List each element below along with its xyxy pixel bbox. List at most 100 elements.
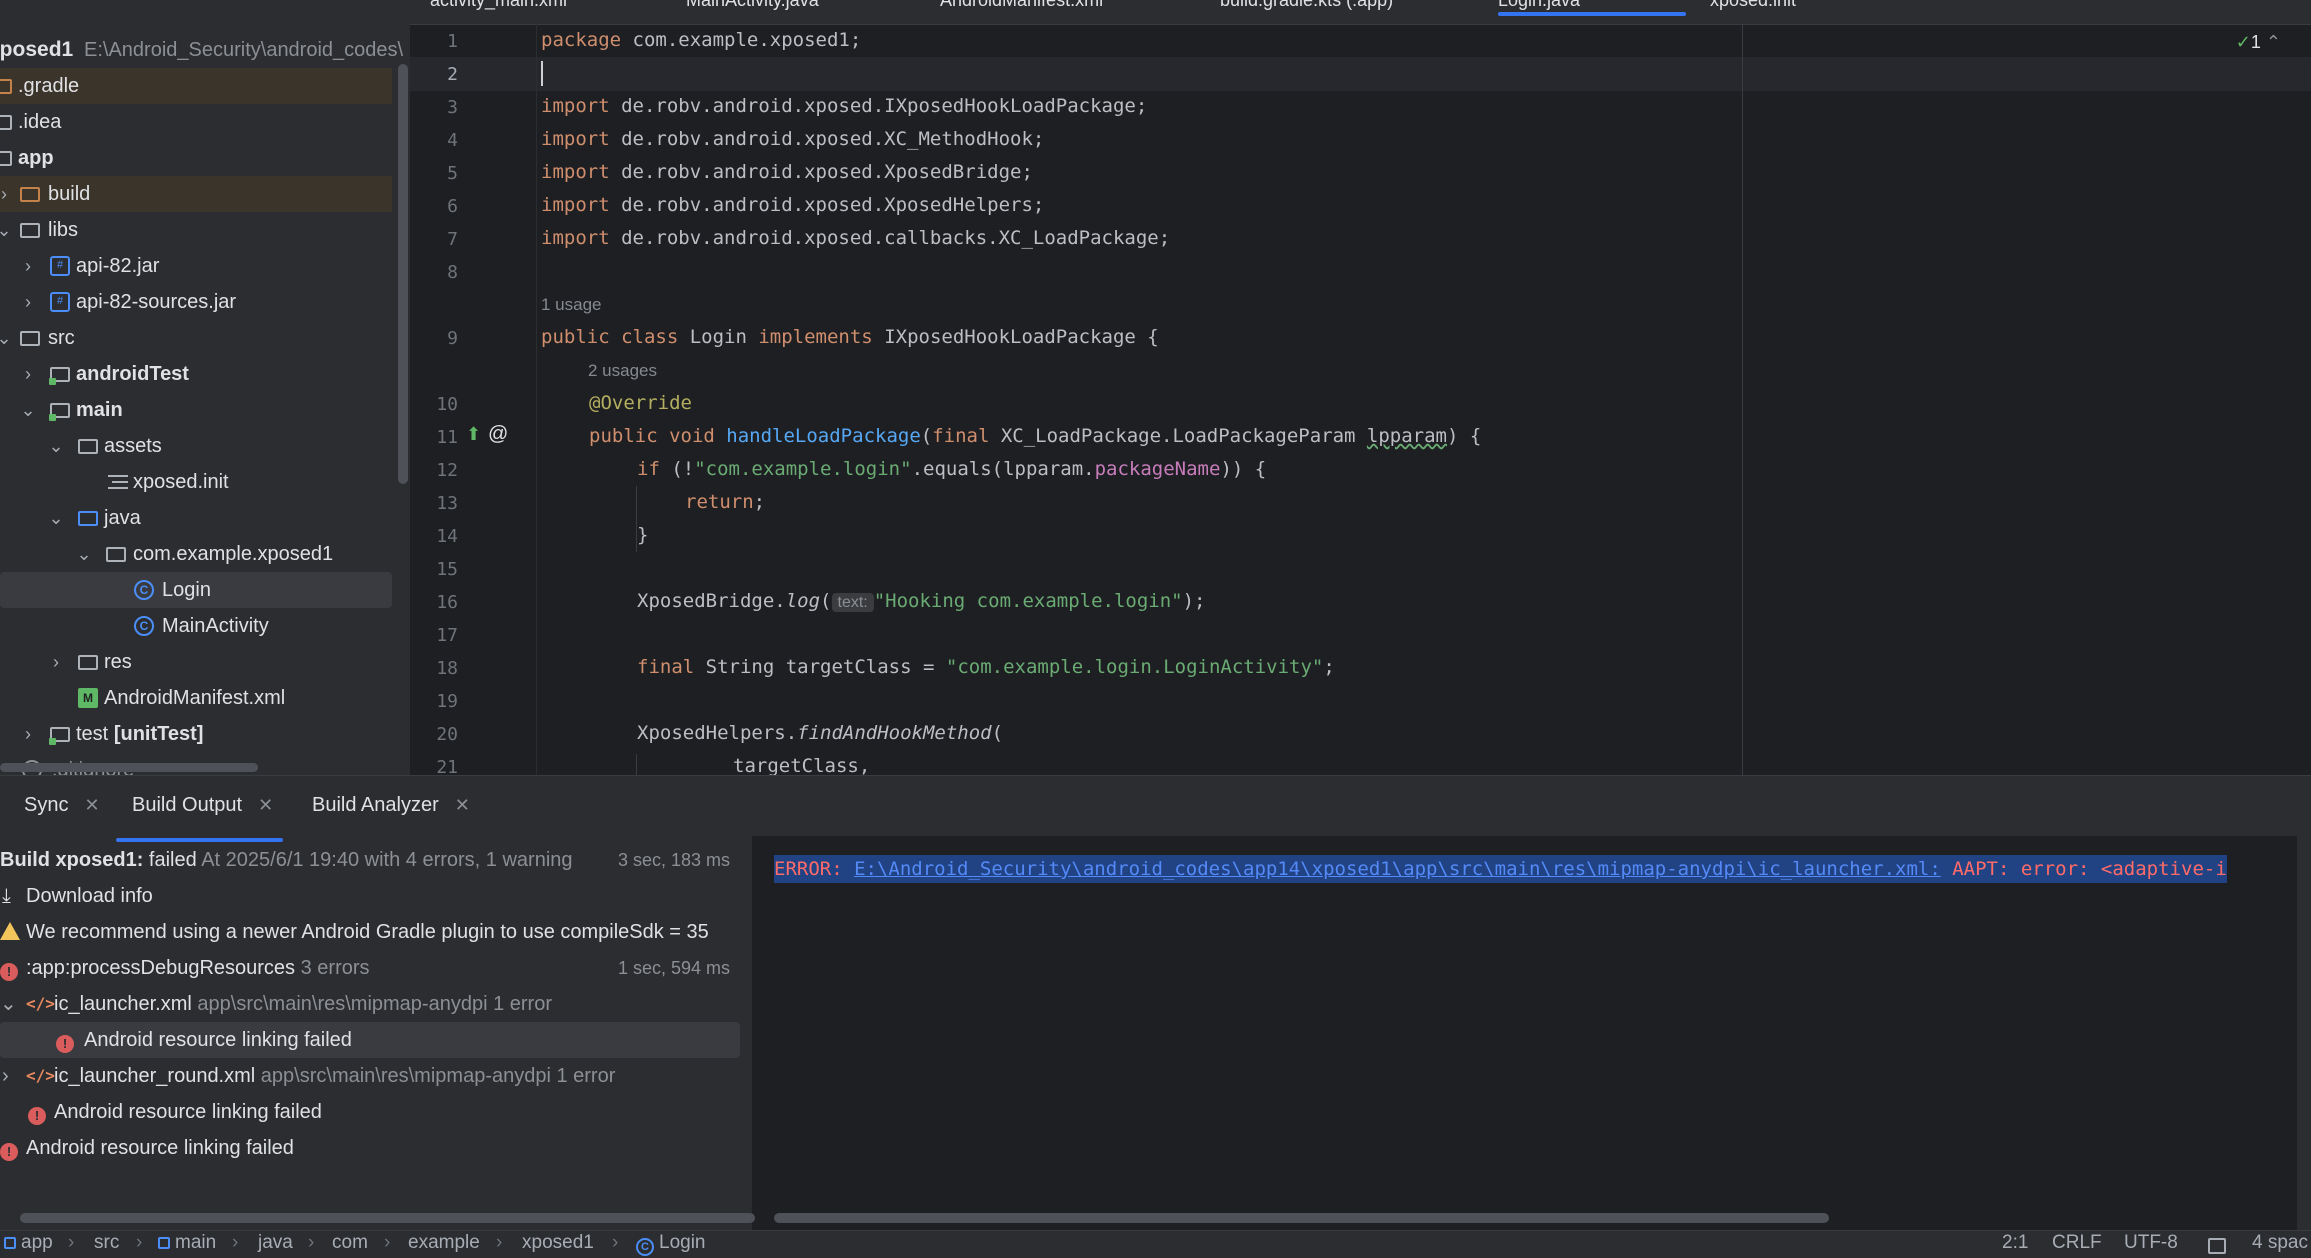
chevron-down-icon[interactable]: ⌄ xyxy=(20,392,36,428)
close-icon[interactable]: ✕ xyxy=(455,795,470,815)
breadcrumb-xposed1[interactable]: xposed1 xyxy=(522,1232,594,1254)
close-icon[interactable]: ✕ xyxy=(84,795,99,815)
tree-item-manifest[interactable]: M AndroidManifest.xml xyxy=(0,680,392,716)
tree-item-login[interactable]: C Login xyxy=(0,572,392,608)
tree-item-java[interactable]: ⌄ java xyxy=(0,500,392,536)
tab-mainactivity-java[interactable]: MainActivity.java xyxy=(686,0,819,20)
project-root[interactable]: xposed1 E:\Android_Security\android_code… xyxy=(0,32,403,68)
line-number: 10 xyxy=(436,394,458,415)
console-horizontal-scrollbar[interactable] xyxy=(774,1213,1829,1223)
readonly-toggle-icon[interactable] xyxy=(2208,1238,2226,1254)
task-row[interactable]: ! :app:processDebugResources 3 errors 1 … xyxy=(0,950,740,986)
code-editor[interactable]: activity_main.xml MainActivity.java Andr… xyxy=(410,0,2311,775)
tree-item-gradle[interactable]: .gradle xyxy=(0,68,392,104)
file-encoding[interactable]: UTF-8 xyxy=(2124,1232,2178,1254)
implements-method-icon[interactable]: ⬆ xyxy=(466,424,481,445)
folder-icon xyxy=(0,115,12,130)
error-row-selected[interactable]: ! Android resource linking failed xyxy=(0,1022,740,1058)
breadcrumb-main[interactable]: main xyxy=(158,1232,216,1254)
tab-build-gradle[interactable]: build.gradle.kts (:app) xyxy=(1220,0,1393,20)
tree-item-api-sources-jar[interactable]: › # api-82-sources.jar xyxy=(0,284,392,320)
usage-hint[interactable]: 2 usages xyxy=(588,361,657,381)
code-line-11: public void handleLoadPackage(final XC_L… xyxy=(589,425,1482,447)
project-root-name: xposed1 xyxy=(0,38,74,61)
tab-sync[interactable]: Sync ✕ xyxy=(24,794,100,817)
chevron-down-icon[interactable]: ⌄ xyxy=(0,320,12,356)
build-tool-window: Sync ✕ Build Output ✕ Build Analyzer ✕ Buil… xyxy=(0,775,2311,1231)
breadcrumb-app[interactable]: app xyxy=(4,1232,53,1254)
tab-xposed-init[interactable]: xposed.init xyxy=(1710,0,1796,20)
breadcrumb-login[interactable]: C Login xyxy=(636,1232,706,1256)
tree-item-label: java xyxy=(104,507,141,529)
project-vertical-scrollbar[interactable] xyxy=(398,64,408,484)
module-icon xyxy=(4,1237,16,1249)
tree-item-api-jar[interactable]: › # api-82.jar xyxy=(0,248,392,284)
chevron-right-icon[interactable]: › xyxy=(20,356,36,392)
parameter-hint: text: xyxy=(831,593,874,612)
tab-androidmanifest-xml[interactable]: AndroidManifest.xml xyxy=(940,0,1103,20)
error-icon: ! xyxy=(0,950,18,986)
tree-item-build[interactable]: › build xyxy=(0,176,392,212)
console-error-line[interactable]: ERROR: E:\Android_Security\android_codes… xyxy=(774,855,2227,883)
build-tree-horizontal-scrollbar[interactable] xyxy=(20,1213,755,1223)
tab-login-java[interactable]: Login.java xyxy=(1498,0,1686,20)
tree-item-res[interactable]: › res xyxy=(0,644,392,680)
tree-item-idea[interactable]: .idea xyxy=(0,104,392,140)
console-vertical-scrollbar[interactable] xyxy=(2297,836,2311,1231)
breadcrumb-com[interactable]: com xyxy=(332,1232,368,1254)
chevron-right-icon[interactable]: › xyxy=(20,284,36,320)
usage-hint[interactable]: 1 usage xyxy=(541,295,602,315)
indent-settings[interactable]: 4 spac xyxy=(2252,1232,2308,1254)
tree-item-libs[interactable]: ⌄ libs xyxy=(0,212,392,248)
download-info-row[interactable]: ⤓ Download info xyxy=(0,878,740,914)
breadcrumb-src[interactable]: src xyxy=(94,1232,119,1254)
file-label: ic_launcher.xml app\src\main\res\mipmap-… xyxy=(54,993,552,1015)
close-icon[interactable]: ✕ xyxy=(258,795,273,815)
build-console[interactable]: ERROR: E:\Android_Security\android_codes… xyxy=(754,836,2311,1231)
project-horizontal-scrollbar[interactable] xyxy=(0,763,258,772)
tab-activity-main-xml[interactable]: activity_main.xml xyxy=(430,0,567,20)
line-separator[interactable]: CRLF xyxy=(2052,1232,2102,1254)
tree-item-app[interactable]: app xyxy=(0,140,392,176)
tab-build-output[interactable]: Build Output ✕ xyxy=(115,794,284,842)
chevron-right-icon[interactable]: › xyxy=(0,176,12,212)
chevron-up-icon[interactable]: ⌃ xyxy=(2266,32,2281,52)
tree-item-assets[interactable]: ⌄ assets xyxy=(0,428,392,464)
caret-position[interactable]: 2:1 xyxy=(2002,1232,2028,1254)
warning-row[interactable]: We recommend using a newer Android Gradl… xyxy=(0,914,740,950)
chevron-down-icon[interactable]: ⌄ xyxy=(0,212,12,248)
chevron-down-icon[interactable]: ⌄ xyxy=(48,500,64,536)
chevron-down-icon[interactable]: ⌄ xyxy=(0,986,17,1022)
class-icon: C xyxy=(636,1238,654,1256)
code-line-20: XposedHelpers.findAndHookMethod( xyxy=(637,722,1004,744)
tree-item-main[interactable]: ⌄ main xyxy=(0,392,392,428)
tab-build-analyzer[interactable]: Build Analyzer ✕ xyxy=(312,794,470,817)
error-row[interactable]: ! Android resource linking failed xyxy=(0,1094,740,1130)
chevron-right-icon[interactable]: › xyxy=(2,1058,9,1094)
tree-item-test[interactable]: › test [unitTest] xyxy=(0,716,392,752)
error-icon: ! xyxy=(0,1130,18,1166)
tree-item-src[interactable]: ⌄ src xyxy=(0,320,392,356)
inspection-widget[interactable]: ✓1 ⌃ xyxy=(2236,32,2281,53)
chevron-right-icon[interactable]: › xyxy=(48,644,64,680)
breadcrumb-example[interactable]: example xyxy=(408,1232,480,1254)
tree-item-androidtest[interactable]: › androidTest xyxy=(0,356,392,392)
line-number: 18 xyxy=(436,658,458,679)
tree-item-mainactivity[interactable]: C MainActivity xyxy=(0,608,392,644)
file-row-ic-launcher-round[interactable]: › </> ic_launcher_round.xml app\src\main… xyxy=(0,1058,740,1094)
breadcrumb-java[interactable]: java xyxy=(258,1232,293,1254)
chevron-down-icon[interactable]: ⌄ xyxy=(76,536,92,572)
tree-item-xposed-init[interactable]: xposed.init xyxy=(0,464,392,500)
build-summary-row[interactable]: Build xposed1: failed At 2025/6/1 19:40 … xyxy=(0,842,740,878)
chevron-right-icon[interactable]: › xyxy=(20,248,36,284)
error-file-link[interactable]: E:\Android_Security\android_codes\app14\… xyxy=(854,858,1941,880)
inspection-count: 1 xyxy=(2250,32,2261,52)
tree-item-package[interactable]: ⌄ com.example.xposed1 xyxy=(0,536,392,572)
code-line-14: } xyxy=(637,524,649,546)
error-row[interactable]: ! Android resource linking failed xyxy=(0,1130,740,1166)
chevron-right-icon[interactable]: › xyxy=(20,716,36,752)
file-row-ic-launcher[interactable]: ⌄ </> ic_launcher.xml app\src\main\res\m… xyxy=(0,986,740,1022)
xml-file-icon: </> xyxy=(26,1066,55,1085)
override-annotation-icon[interactable]: @ xyxy=(488,423,508,446)
chevron-down-icon[interactable]: ⌄ xyxy=(48,428,64,464)
